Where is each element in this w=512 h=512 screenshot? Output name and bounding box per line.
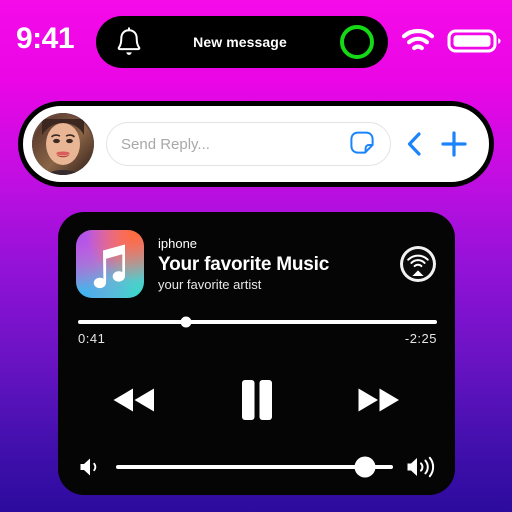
volume-track[interactable] <box>116 456 393 478</box>
album-art[interactable] <box>76 230 144 298</box>
rewind-button[interactable] <box>108 384 160 416</box>
volume-section <box>78 450 437 484</box>
remaining-time: -2:25 <box>404 331 437 346</box>
dynamic-island-notification[interactable]: New message <box>96 16 388 68</box>
track-title: Your favorite Music <box>158 253 330 275</box>
airplay-button[interactable] <box>399 245 437 283</box>
recording-ring-icon <box>340 25 374 59</box>
player-header: iphone Your favorite Music your favorite… <box>76 226 441 302</box>
device-label: iphone <box>158 235 198 251</box>
back-button[interactable] <box>399 125 429 163</box>
chevron-left-icon <box>407 132 421 156</box>
battery-icon <box>447 29 501 53</box>
reply-input-container[interactable] <box>106 122 391 166</box>
volume-low-icon <box>80 458 97 476</box>
sticker-icon[interactable] <box>350 130 378 158</box>
progress-section: 0:41 -2:25 <box>78 316 437 346</box>
fast-forward-button[interactable] <box>353 384 405 416</box>
volume-slider[interactable] <box>116 456 393 478</box>
fast-forward-icon <box>358 388 399 412</box>
rewind-icon <box>113 388 154 412</box>
music-note-icon <box>93 244 125 289</box>
wifi-icon <box>401 28 435 51</box>
volume-high-icon <box>407 456 435 478</box>
airplay-icon <box>400 246 436 282</box>
status-bar-clock: 9:41 <box>16 22 75 55</box>
time-row: 0:41 -2:25 <box>78 331 437 346</box>
dynamic-island-title: New message <box>193 34 287 50</box>
transport-controls <box>86 372 427 428</box>
music-player-card: iphone Your favorite Music your favorite… <box>58 212 455 495</box>
pause-icon <box>241 380 272 420</box>
avatar[interactable] <box>32 113 94 175</box>
status-bar: 9:41 New message <box>0 0 512 84</box>
reply-bar <box>18 101 494 187</box>
progress-slider[interactable] <box>78 316 437 328</box>
phone-screen: 9:41 New message Send Reply... iphone Yo… <box>0 0 512 512</box>
pause-button[interactable] <box>240 379 274 421</box>
progress-knob[interactable] <box>180 316 192 328</box>
plus-icon <box>441 131 467 157</box>
track-artist: your favorite artist <box>158 276 262 292</box>
bell-icon <box>117 27 141 55</box>
reply-input[interactable] <box>107 134 350 154</box>
add-button[interactable] <box>435 125 473 163</box>
track-metadata: iphone Your favorite Music your favorite… <box>158 236 399 293</box>
elapsed-time: 0:41 <box>78 331 106 346</box>
volume-knob[interactable] <box>354 456 376 478</box>
